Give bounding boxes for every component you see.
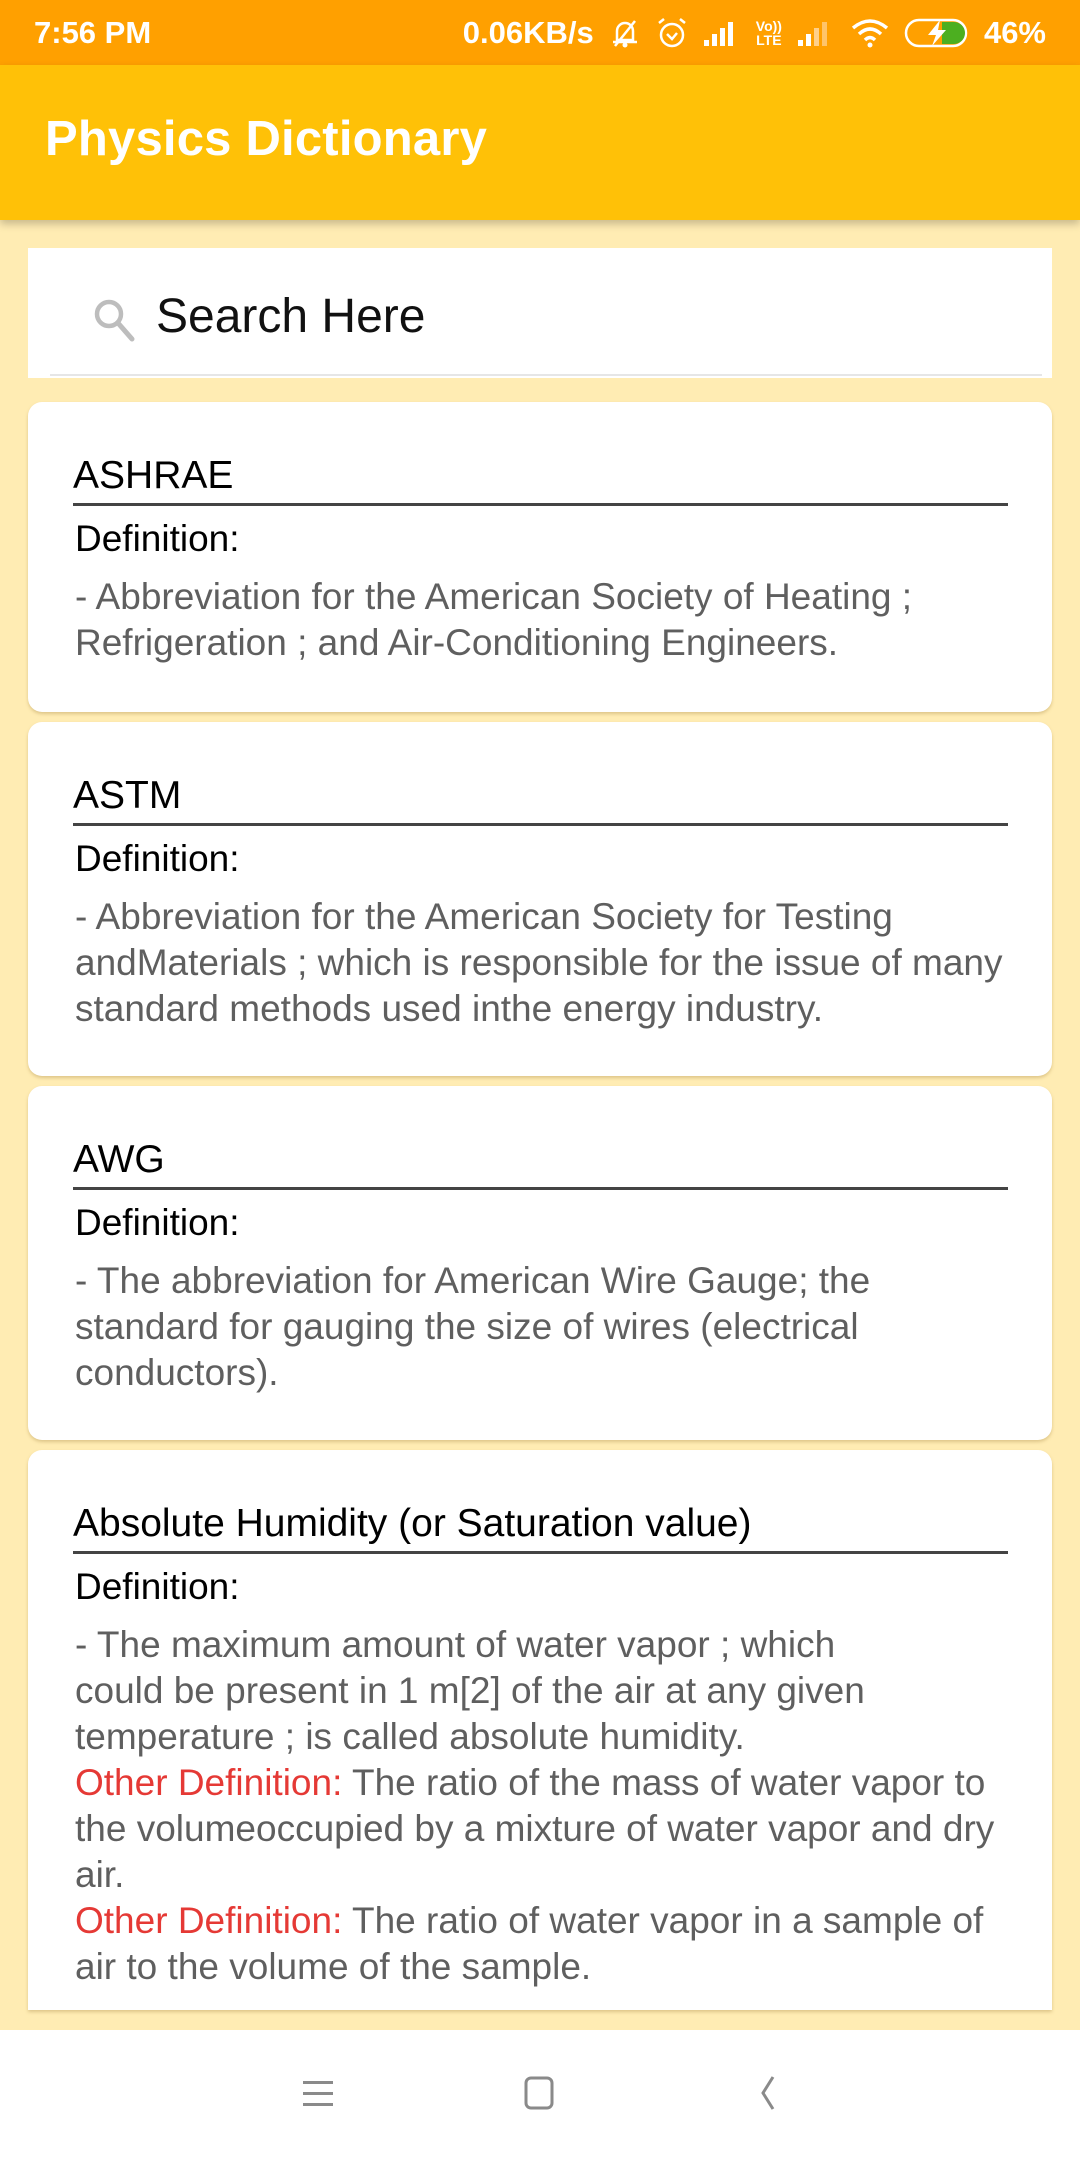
entry-card[interactable]: Absolute Humidity (or Saturation value) … xyxy=(28,1450,1052,2010)
search-underline xyxy=(50,374,1042,376)
network-speed: 0.06KB/s xyxy=(462,14,594,50)
app-title: Physics Dictionary xyxy=(45,111,488,166)
other-definition: Other Definition: The ratio of water vap… xyxy=(75,1898,998,1990)
volte-icon: Vo)) LTE xyxy=(755,17,782,48)
home-button[interactable] xyxy=(480,2030,600,2160)
entry-term: Absolute Humidity (or Saturation value) xyxy=(73,1500,1008,1554)
wifi-icon xyxy=(850,18,890,48)
back-button[interactable] xyxy=(708,2030,828,2160)
battery-charging-icon xyxy=(904,17,970,49)
definition-text: - The maximum amount of water vapor ; wh… xyxy=(73,1622,1008,1990)
definition-label: Definition: xyxy=(75,1566,240,1607)
menu-button[interactable] xyxy=(258,2030,378,2160)
battery-percent: 46% xyxy=(983,14,1046,50)
search-box[interactable] xyxy=(28,248,1052,378)
definition-text: - The abbreviation for American Wire Gau… xyxy=(75,1260,871,1393)
entries-list[interactable]: ASHRAE Definition: - Abbreviation for th… xyxy=(28,402,1052,2020)
home-icon xyxy=(523,2075,557,2116)
app-bar: Physics Dictionary xyxy=(0,65,1080,220)
entry-term: ASHRAE xyxy=(73,452,1008,506)
other-definition-label: Other Definition: xyxy=(75,1762,343,1803)
alarm-icon xyxy=(656,16,688,50)
entry-card[interactable]: ASHRAE Definition: - Abbreviation for th… xyxy=(28,402,1052,712)
status-bar: 7:56 PM 0.06KB/s Vo)) LTE 46% xyxy=(0,0,1080,65)
nav-bar xyxy=(0,2030,1080,2160)
definition-text: - Abbreviation for the American Society … xyxy=(75,896,1003,1029)
definition-label: Definition: xyxy=(75,838,240,879)
definition-text: - Abbreviation for the American Society … xyxy=(75,576,913,663)
entry-card[interactable]: ASTM Definition: - Abbreviation for the … xyxy=(28,722,1052,1076)
other-definition: Other Definition: The ratio of the mass … xyxy=(75,1760,998,1898)
entry-card[interactable]: AWG Definition: - The abbreviation for A… xyxy=(28,1086,1052,1440)
search-icon xyxy=(90,295,138,348)
signal-weak-icon xyxy=(796,18,836,48)
mute-bell-icon xyxy=(608,16,642,50)
definition-label: Definition: xyxy=(75,1202,240,1243)
signal-icon xyxy=(702,18,742,48)
search-input[interactable] xyxy=(156,276,1016,356)
entry-term: ASTM xyxy=(73,772,1008,826)
menu-icon xyxy=(301,2076,335,2115)
back-icon xyxy=(753,2074,783,2117)
definition-label: Definition: xyxy=(75,518,240,559)
entry-term: AWG xyxy=(73,1136,1008,1190)
status-icons: 0.06KB/s Vo)) LTE 46% xyxy=(463,15,1046,51)
other-definition-label: Other Definition: xyxy=(75,1900,343,1941)
status-time: 7:56 PM xyxy=(34,14,152,50)
definition-main: - The maximum amount of water vapor ; wh… xyxy=(75,1624,865,1757)
